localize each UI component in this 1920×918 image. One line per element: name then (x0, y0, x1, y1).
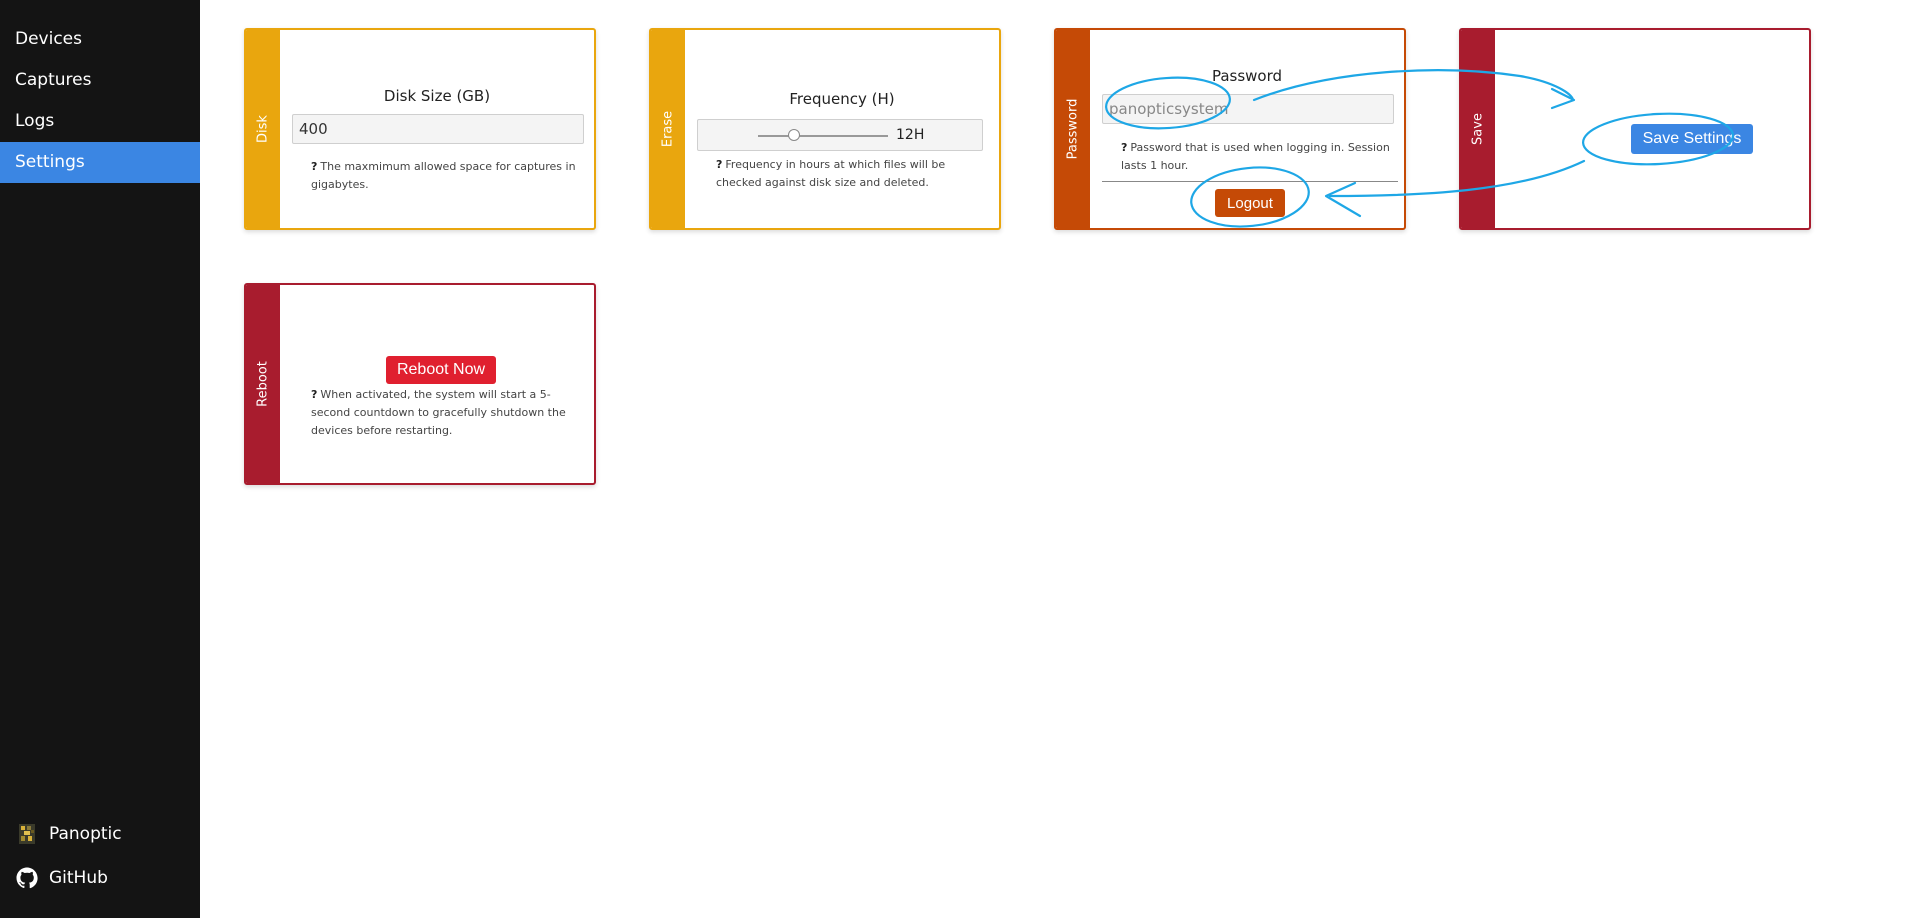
sidebar-item-settings[interactable]: Settings (0, 142, 200, 183)
save-band-label: Save (1470, 113, 1486, 145)
sidebar-item-logs[interactable]: Logs (0, 101, 200, 142)
password-title: Password (1211, 67, 1283, 85)
github-icon (15, 866, 39, 890)
password-input[interactable] (1102, 94, 1394, 124)
password-band-label: Password (1065, 98, 1081, 160)
logout-button[interactable]: Logout (1215, 189, 1285, 217)
disk-size-help: ? The maxmimum allowed space for captures… (311, 158, 580, 194)
sidebar-item-captures[interactable]: Captures (0, 60, 200, 101)
frequency-help-text: Frequency in hours at which files will b… (716, 158, 946, 189)
password-help-text: Password that is used when logging in. S… (1121, 141, 1390, 172)
erase-band: Erase (651, 30, 685, 228)
reboot-band-label: Reboot (255, 361, 271, 407)
save-card: Save Save Settings (1459, 28, 1811, 230)
reboot-card: Reboot Reboot Now ? When activated, the s… (244, 283, 596, 485)
github-link[interactable]: GitHub (15, 866, 108, 890)
frequency-value: 12H (896, 127, 925, 143)
slider-thumb[interactable] (788, 129, 800, 141)
erase-card: Erase Frequency (H) 12H ? Frequency in ho… (649, 28, 1001, 230)
help-icon: ? (716, 158, 723, 171)
password-band: Password (1056, 30, 1090, 228)
disk-card: Disk Disk Size (GB) ?The maxmimum allowe… (244, 28, 596, 230)
frequency-help: ? Frequency in hours at which files will … (716, 156, 985, 192)
sidebar-nav: Devices Captures Logs Settings (0, 19, 200, 183)
panoptic-label: Panoptic (49, 824, 122, 844)
sidebar: Devices Captures Logs Settings Panoptic (0, 0, 200, 918)
reboot-help: ? When activated, the system will start a… (311, 386, 580, 440)
help-icon: ? (311, 388, 318, 401)
frequency-title: Frequency (H) (789, 90, 895, 108)
disk-band-label: Disk (255, 115, 271, 143)
erase-band-label: Erase (660, 110, 676, 148)
disk-size-title: Disk Size (GB) (383, 87, 491, 105)
reboot-band: Reboot (246, 285, 280, 483)
disk-size-input[interactable] (292, 114, 584, 144)
save-band: Save (1461, 30, 1495, 228)
github-label: GitHub (49, 868, 108, 888)
help-icon: ? (1121, 141, 1128, 154)
password-divider (1102, 181, 1398, 182)
reboot-help-text: When activated, the system will start a … (311, 388, 566, 437)
slider-track (758, 135, 888, 137)
password-card: Password Password ? Password that is used… (1054, 28, 1406, 230)
settings-app: Devices Captures Logs Settings Panoptic (0, 0, 1920, 918)
save-settings-button[interactable]: Save Settings (1631, 124, 1753, 154)
disk-band: Disk (246, 30, 280, 228)
reboot-now-button[interactable]: Reboot Now (386, 356, 496, 384)
panoptic-link[interactable]: Panoptic (15, 822, 122, 846)
password-help: ? Password that is used when logging in. … (1121, 139, 1390, 175)
panoptic-logo-icon (15, 822, 39, 846)
sidebar-item-devices[interactable]: Devices (0, 19, 200, 60)
frequency-slider[interactable]: 12H (697, 119, 983, 151)
disk-size-help-text: The maxmimum allowed space for captures … (311, 160, 576, 191)
help-icon: ? (311, 160, 318, 173)
